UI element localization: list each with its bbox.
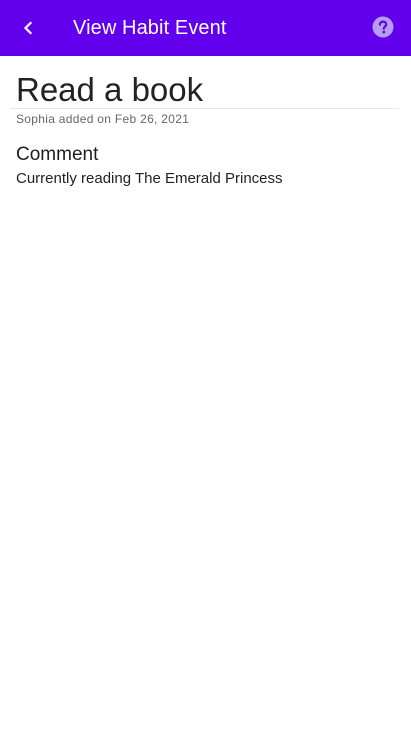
view-habit-event-screen: View Habit Event Read a book Sophia adde… [0, 0, 411, 731]
app-bar: View Habit Event [0, 0, 411, 56]
comment-text: Currently reading The Emerald Princess [16, 170, 283, 187]
comment-label: Comment [16, 144, 99, 165]
help-circle-icon [372, 16, 394, 38]
help-button[interactable] [372, 16, 394, 38]
chevron-left-icon [23, 21, 33, 35]
back-button[interactable] [12, 12, 44, 44]
page-title: View Habit Event [73, 17, 227, 39]
title-divider [10, 108, 399, 109]
added-by-line: Sophia added on Feb 26, 2021 [16, 112, 190, 126]
habit-event-title: Read a book [16, 71, 204, 108]
